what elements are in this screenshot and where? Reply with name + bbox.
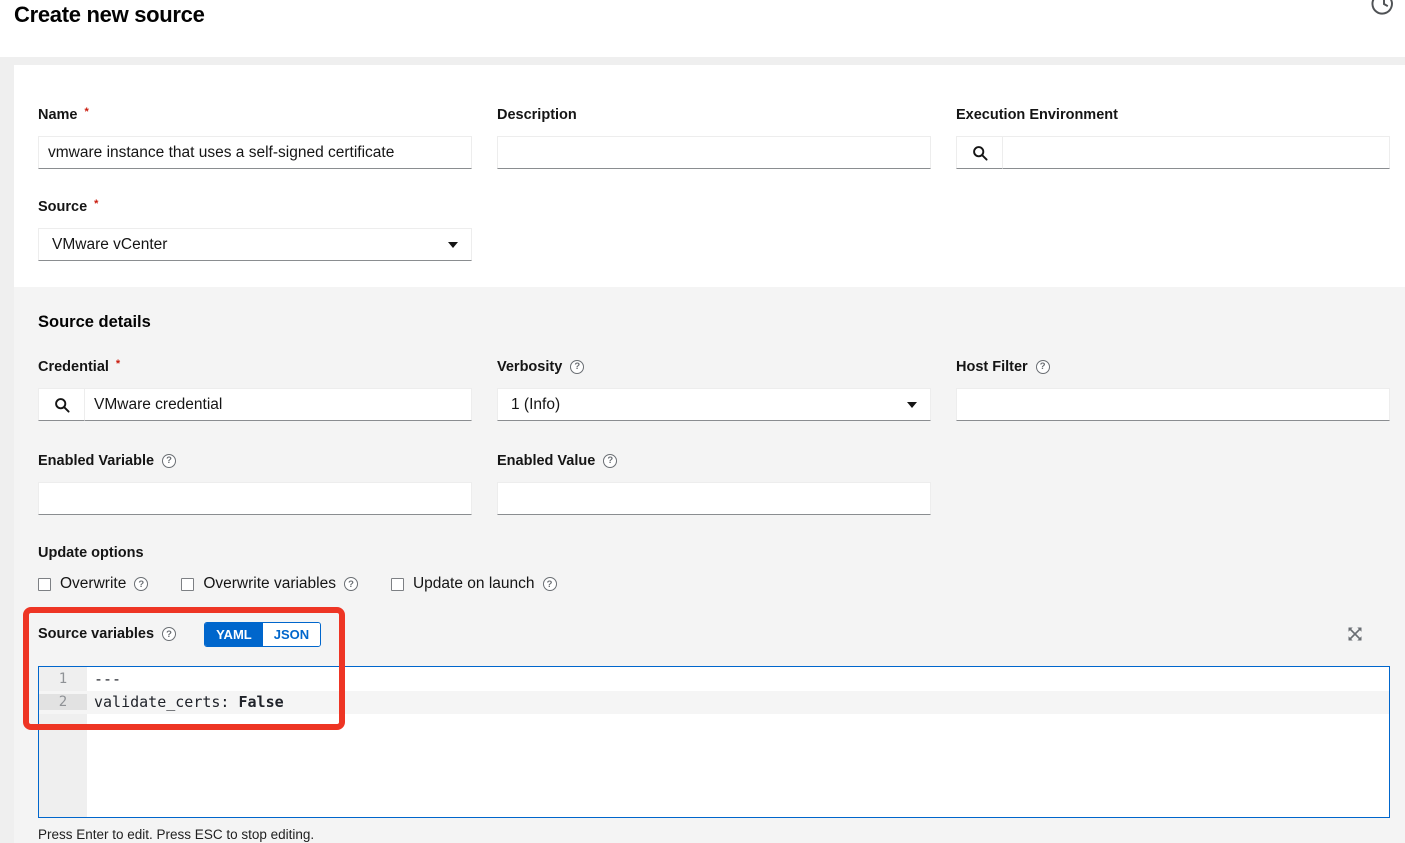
credential-label: Credential bbox=[38, 359, 109, 375]
source-label: Source bbox=[38, 199, 87, 215]
editor-line-1[interactable]: 1 --- bbox=[39, 667, 1389, 691]
code-text: --- bbox=[87, 670, 1389, 688]
host-filter-field-group: Host Filter ? bbox=[956, 359, 1390, 421]
execution-environment-field-group: Execution Environment bbox=[956, 107, 1390, 169]
create-source-form-card: Name * Description Execution Environment bbox=[14, 65, 1405, 843]
enabled-variable-input[interactable] bbox=[38, 482, 472, 515]
page-header: Create new source bbox=[0, 0, 1405, 57]
required-asterisk: * bbox=[94, 198, 98, 210]
help-icon[interactable]: ? bbox=[162, 627, 176, 641]
source-details-heading: Source details bbox=[38, 313, 1381, 331]
enabled-variable-field-group: Enabled Variable ? bbox=[38, 453, 472, 515]
source-variables-label: Source variables bbox=[38, 626, 154, 642]
help-icon[interactable]: ? bbox=[570, 360, 584, 374]
editor-line-2[interactable]: 2 validate_certs: False bbox=[39, 691, 1389, 715]
update-on-launch-checkbox-label: Update on launch bbox=[413, 575, 535, 593]
update-on-launch-checkbox[interactable] bbox=[391, 578, 404, 591]
line-number: 2 bbox=[39, 694, 87, 710]
help-icon[interactable]: ? bbox=[134, 577, 148, 591]
editor-helper-text: Press Enter to edit. Press ESC to stop e… bbox=[38, 827, 1381, 842]
page-title: Create new source bbox=[14, 2, 205, 28]
json-toggle-button[interactable]: JSON bbox=[263, 623, 320, 646]
verbosity-select-value: 1 (Info) bbox=[511, 396, 560, 414]
expand-editor-button[interactable] bbox=[1347, 625, 1365, 643]
name-field-group: Name * bbox=[38, 107, 472, 169]
source-variables-code-editor[interactable]: 1 --- 2 validate_certs: False bbox=[38, 666, 1390, 818]
update-options-label: Update options bbox=[38, 545, 1381, 560]
credential-search-button[interactable] bbox=[38, 388, 85, 421]
host-filter-input[interactable] bbox=[956, 388, 1390, 421]
enabled-value-field-group: Enabled Value ? bbox=[497, 453, 931, 515]
code-text: validate_certs: False bbox=[87, 693, 1389, 711]
source-select-value: VMware vCenter bbox=[52, 236, 167, 254]
overwrite-variables-checkbox-label: Overwrite variables bbox=[203, 575, 336, 593]
description-field-group: Description bbox=[497, 107, 931, 169]
update-on-launch-checkbox-item: Update on launch ? bbox=[391, 575, 557, 593]
credential-input[interactable] bbox=[85, 388, 472, 421]
execution-environment-search-button[interactable] bbox=[956, 136, 1003, 169]
enabled-variable-label: Enabled Variable bbox=[38, 453, 154, 469]
chevron-down-icon bbox=[448, 242, 458, 253]
execution-environment-input[interactable] bbox=[1003, 136, 1390, 169]
description-input[interactable] bbox=[497, 136, 931, 169]
enabled-value-input[interactable] bbox=[497, 482, 931, 515]
search-icon bbox=[54, 397, 70, 413]
chevron-down-icon bbox=[907, 402, 917, 413]
source-details-section: Source details Credential * bbox=[14, 287, 1405, 843]
enabled-value-label: Enabled Value bbox=[497, 453, 595, 469]
help-icon[interactable]: ? bbox=[162, 454, 176, 468]
source-select[interactable]: VMware vCenter bbox=[38, 228, 472, 261]
host-filter-label: Host Filter bbox=[956, 359, 1028, 375]
help-icon[interactable]: ? bbox=[543, 577, 557, 591]
description-label: Description bbox=[497, 107, 577, 123]
name-label: Name bbox=[38, 107, 78, 123]
required-asterisk: * bbox=[85, 106, 89, 118]
overwrite-variables-checkbox[interactable] bbox=[181, 578, 194, 591]
execution-environment-label: Execution Environment bbox=[956, 107, 1118, 123]
history-icon[interactable] bbox=[1371, 0, 1397, 17]
verbosity-label: Verbosity bbox=[497, 359, 562, 375]
overwrite-checkbox[interactable] bbox=[38, 578, 51, 591]
name-input[interactable] bbox=[38, 136, 472, 169]
update-options-group: Update options Overwrite ? Overwrite var… bbox=[38, 545, 1381, 594]
credential-field-group: Credential * bbox=[38, 359, 472, 421]
line-number: 1 bbox=[39, 671, 87, 687]
verbosity-field-group: Verbosity ? 1 (Info) bbox=[497, 359, 931, 421]
source-variables-header-row: Source variables ? YAML JSON bbox=[38, 621, 1381, 647]
overwrite-checkbox-label: Overwrite bbox=[60, 575, 126, 593]
required-asterisk: * bbox=[116, 358, 120, 370]
overwrite-checkbox-item: Overwrite ? bbox=[38, 575, 148, 593]
expand-arrows-icon bbox=[1347, 626, 1363, 642]
source-field-group: Source * VMware vCenter bbox=[38, 199, 472, 261]
verbosity-select[interactable]: 1 (Info) bbox=[497, 388, 931, 421]
overwrite-variables-checkbox-item: Overwrite variables ? bbox=[181, 575, 358, 593]
yaml-toggle-button[interactable]: YAML bbox=[205, 623, 263, 646]
history-icon-glyph bbox=[1371, 0, 1397, 17]
format-toggle-group: YAML JSON bbox=[204, 622, 321, 647]
help-icon[interactable]: ? bbox=[344, 577, 358, 591]
help-icon[interactable]: ? bbox=[1036, 360, 1050, 374]
search-icon bbox=[972, 145, 988, 161]
help-icon[interactable]: ? bbox=[603, 454, 617, 468]
